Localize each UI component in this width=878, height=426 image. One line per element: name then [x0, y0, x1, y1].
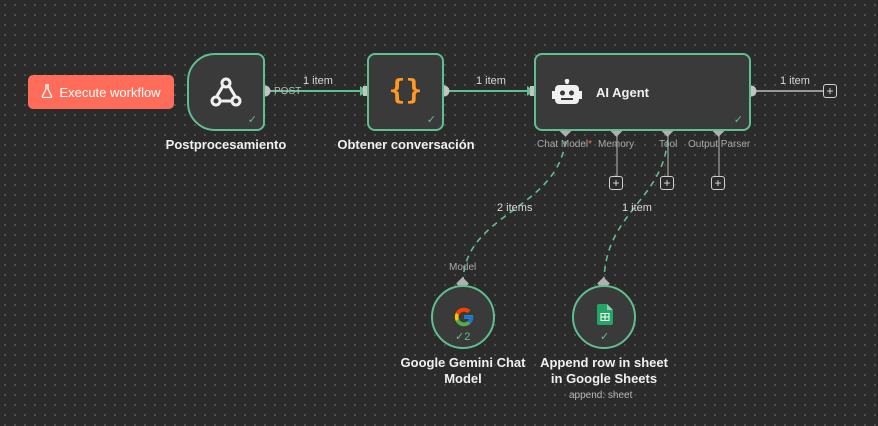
google-g-icon	[453, 306, 475, 333]
node-google-gemini-chat-model-label: Google Gemini Chat Model	[393, 355, 533, 387]
curly-braces-icon: {}	[388, 73, 423, 106]
gemini-label-line2: Model	[444, 371, 482, 386]
flask-icon	[41, 83, 53, 101]
robot-icon	[552, 78, 582, 112]
webhook-method-label: POST	[274, 86, 302, 97]
edge-label-agent-output: 1 item	[780, 75, 810, 87]
node-ai-agent[interactable]: AI Agent ✓	[534, 53, 751, 131]
google-sheets-icon	[597, 304, 613, 330]
plus-icon: +	[663, 176, 671, 190]
edge-label-webhook-code: 1 item	[303, 75, 333, 87]
edge-label-code-agent: 1 item	[476, 75, 506, 87]
check-icon: ✓	[247, 114, 257, 126]
sheets-subtitle: append: sheet	[569, 390, 633, 401]
run-count-badge: ✓2	[455, 330, 470, 343]
add-memory-button[interactable]: +	[609, 176, 623, 190]
node-append-row-in-sheet-label: Append row in sheet in Google Sheets	[529, 355, 679, 387]
plus-icon: +	[714, 176, 722, 190]
check-icon: ✓	[455, 331, 465, 343]
node-obtener-conversacion[interactable]: {} ✓	[367, 53, 444, 131]
connection-code-agent[interactable]	[444, 86, 535, 96]
check-icon: ✓	[733, 114, 743, 126]
gemini-label-line1: Google Gemini Chat	[400, 355, 526, 370]
add-node-button[interactable]: +	[823, 84, 837, 98]
add-output-parser-button[interactable]: +	[711, 176, 725, 190]
gemini-model-port-label: Model	[449, 262, 477, 273]
webhook-icon	[208, 74, 244, 115]
execute-workflow-button[interactable]: Execute workflow	[28, 75, 174, 109]
port-memory: Memory	[598, 139, 635, 150]
execute-workflow-label: Execute workflow	[59, 84, 161, 100]
node-postprocesamiento-label: Postprocesamiento	[165, 137, 287, 152]
sheets-label-line2: in Google Sheets	[550, 371, 658, 386]
node-obtener-conversacion-label: Obtener conversación	[337, 137, 475, 152]
sheets-label-line1: Append row in sheet	[540, 355, 668, 370]
ai-agent-title: AI Agent	[596, 85, 649, 100]
edge-label-sheets-agent: 1 item	[622, 202, 652, 214]
port-chat-model: Chat Model*	[537, 139, 592, 150]
plus-icon: +	[826, 84, 834, 98]
add-tool-button[interactable]: +	[660, 176, 674, 190]
edge-label-gemini-agent: 2 items	[497, 202, 533, 214]
plus-icon: +	[612, 176, 620, 190]
node-append-row-in-sheet[interactable]: ✓	[572, 285, 636, 349]
node-google-gemini-chat-model[interactable]: ✓2	[431, 285, 495, 349]
port-output-parser: Output Parser	[688, 139, 751, 150]
required-asterisk: *	[588, 139, 593, 150]
port-tool: Tool	[659, 139, 678, 150]
port-chat-model-label: Chat Model	[537, 139, 589, 150]
run-count: 2	[464, 331, 471, 343]
check-icon: ✓	[426, 114, 436, 126]
node-postprocesamiento[interactable]: ✓	[187, 53, 265, 131]
check-icon: ✓	[600, 331, 610, 343]
